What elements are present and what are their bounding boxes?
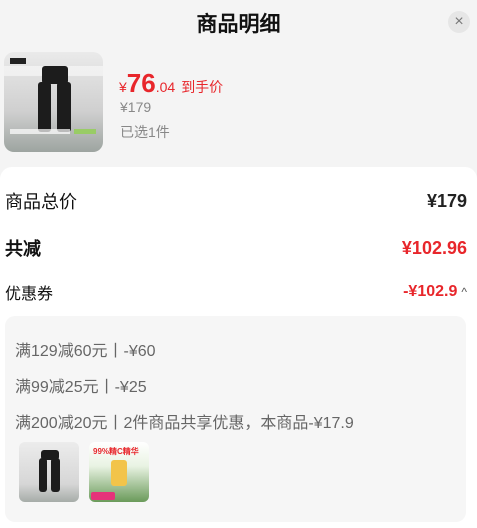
reduction-row: 共减 ¥102.96 <box>5 235 467 261</box>
discount-line: 满129减60元丨-¥60 <box>15 343 156 360</box>
product-thumbnail[interactable] <box>4 52 103 152</box>
left-leg-shape <box>39 458 47 492</box>
total-label: 商品总价 <box>5 192 77 212</box>
image-caption <box>10 129 70 134</box>
bottle-shape <box>111 460 127 486</box>
discount-line: 满99减25元丨-¥25 <box>15 379 147 396</box>
image-tag <box>74 129 96 134</box>
total-row: 商品总价 ¥179 <box>5 188 467 214</box>
chevron-up-icon[interactable]: ^ <box>461 285 467 299</box>
brand-logo <box>10 58 26 64</box>
total-value: ¥179 <box>426 190 467 211</box>
right-leg-shape <box>57 82 71 132</box>
pants-thumbnail[interactable] <box>19 442 79 502</box>
reduction-value: ¥102.96 <box>401 237 467 258</box>
coupon-label: 优惠券 <box>5 286 54 303</box>
left-leg-shape <box>38 82 51 132</box>
supplement-thumbnail[interactable]: 99%精C精华 <box>89 442 149 502</box>
promo-tag <box>91 492 115 500</box>
discount-line: 满200减20元丨2件商品共享优惠，本商品-¥17.9 <box>15 415 354 432</box>
price-currency: ¥ <box>119 79 127 95</box>
close-icon[interactable]: × <box>448 11 470 33</box>
coupon-value: -¥102.9 <box>403 283 458 300</box>
selected-count: 已选1件 <box>120 124 170 140</box>
supplement-badge: 99%精C精华 <box>93 447 139 456</box>
original-price: ¥179 <box>120 99 152 115</box>
price-suffix: 到手价 <box>181 79 224 95</box>
reduction-label: 共减 <box>5 239 41 259</box>
coupon-value-group[interactable]: -¥102.9 ^ <box>403 283 467 301</box>
right-leg-shape <box>51 458 60 492</box>
final-price: ¥76.04 到手价 <box>119 68 223 99</box>
coupon-row[interactable]: 优惠券 -¥102.9 ^ <box>5 280 467 304</box>
page-title: 商品明细 <box>196 13 281 36</box>
price-decimal: .04 <box>155 79 176 95</box>
price-integer: 76 <box>126 68 156 98</box>
